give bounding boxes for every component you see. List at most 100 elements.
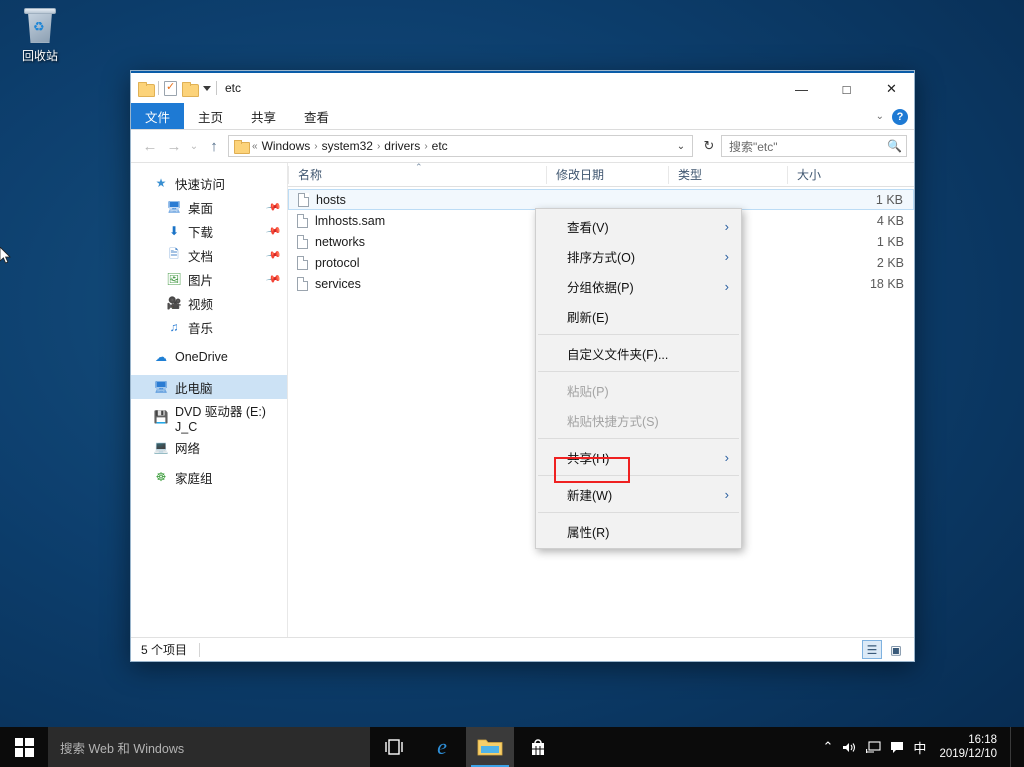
column-header-type[interactable]: 类型	[668, 166, 787, 184]
tab-share[interactable]: 共享	[237, 103, 290, 129]
context-menu-item-customize-folder[interactable]: 自定义文件夹(F)...	[536, 338, 741, 368]
taskbar-search-input[interactable]: 搜索 Web 和 Windows	[48, 727, 370, 767]
sidebar-item-quick-access[interactable]: ★ 快速访问	[131, 171, 287, 195]
breadcrumb-item-system32[interactable]: system32	[322, 139, 373, 153]
pin-icon[interactable]: 📌	[265, 247, 282, 263]
menu-separator	[538, 512, 739, 513]
show-hidden-icons-chevron[interactable]: ⌃	[823, 739, 834, 755]
ribbon-collapse-icon[interactable]: ⌄	[876, 111, 884, 122]
sidebar-item-documents[interactable]: 🗎 文档 📌	[131, 243, 287, 267]
edge-icon[interactable]: e	[418, 727, 466, 767]
menu-item-label: 新建(W)	[567, 485, 612, 504]
column-header-row: ⌃ 名称 修改日期 类型 大小	[288, 163, 914, 187]
show-desktop-button[interactable]	[1010, 727, 1016, 767]
sidebar-item-this-pc[interactable]: 🖥 此电脑	[131, 375, 287, 399]
file-size: 1 KB	[876, 193, 913, 207]
divider	[216, 81, 217, 95]
sidebar-item-downloads[interactable]: ⬇ 下载 📌	[131, 219, 287, 243]
table-row[interactable]: hosts 1 KB	[288, 189, 914, 210]
desktop-icon-recycle-bin[interactable]: ♻ 回收站	[8, 6, 72, 63]
sidebar-item-label: 快速访问	[175, 174, 225, 193]
window-close-button[interactable]: ✕	[869, 73, 914, 105]
file-name-cell: services	[288, 277, 361, 291]
chevron-right-icon: ›	[725, 487, 729, 502]
pin-icon[interactable]: 📌	[265, 223, 282, 239]
start-button[interactable]	[0, 727, 48, 767]
window-body: ★ 快速访问 🖥 桌面 📌 ⬇ 下载 📌 🗎 文档 📌 🖼 图片 �	[131, 162, 914, 637]
back-button[interactable]: ←	[138, 134, 162, 158]
context-menu-item-sort-by[interactable]: 排序方式(O) ›	[536, 241, 741, 271]
store-icon[interactable]	[514, 727, 562, 767]
pin-icon[interactable]: 📌	[265, 271, 282, 287]
context-menu-item-view[interactable]: 查看(V) ›	[536, 211, 741, 241]
mouse-cursor	[0, 247, 12, 265]
sidebar-item-network[interactable]: 💻 网络	[131, 435, 287, 459]
navigation-pane: ★ 快速访问 🖥 桌面 📌 ⬇ 下载 📌 🗎 文档 📌 🖼 图片 �	[131, 163, 288, 637]
file-name-cell: hosts	[289, 193, 346, 207]
sidebar-item-pictures[interactable]: 🖼 图片 📌	[131, 267, 287, 291]
taskbar-clock[interactable]: 16:18 2019/12/10	[935, 733, 997, 761]
chevron-down-icon[interactable]: ⌄	[670, 141, 692, 152]
context-menu-item-group-by[interactable]: 分组依据(P) ›	[536, 271, 741, 301]
network-icon: 💻	[153, 439, 169, 455]
column-header-size[interactable]: 大小	[787, 166, 890, 184]
search-input[interactable]: 搜索"etc" 🔍	[721, 135, 907, 157]
help-icon[interactable]: ?	[892, 109, 908, 125]
ime-indicator[interactable]: 中	[913, 738, 926, 757]
large-icons-view-icon[interactable]: ▣	[886, 640, 906, 659]
recent-locations-button[interactable]: ⌄	[186, 134, 202, 158]
file-name: services	[315, 277, 361, 291]
sidebar-item-homegroup[interactable]: ☸ 家庭组	[131, 465, 287, 489]
window-minimize-button[interactable]: —	[779, 73, 824, 105]
breadcrumb-prefix: «	[252, 141, 258, 152]
sidebar-item-videos[interactable]: 🎥 视频	[131, 291, 287, 315]
chevron-down-icon[interactable]	[203, 86, 211, 91]
ribbon-right-controls: ⌄ ?	[876, 103, 908, 130]
file-name: protocol	[315, 256, 359, 270]
new-folder-icon[interactable]	[182, 82, 197, 95]
title-bar[interactable]: etc — □ ✕	[131, 71, 914, 103]
breadcrumb[interactable]: « Windows › system32 › drivers › etc ⌄	[228, 135, 693, 157]
clock-date: 2019/12/10	[939, 747, 997, 761]
column-header-date-modified[interactable]: 修改日期	[546, 166, 668, 184]
tab-view[interactable]: 查看	[290, 103, 343, 129]
folder-icon[interactable]	[138, 82, 153, 95]
sidebar-item-label: 视频	[188, 294, 213, 313]
star-pin-icon: ★	[153, 175, 169, 191]
file-size: 2 KB	[877, 256, 914, 270]
details-view-icon[interactable]: ☰	[862, 640, 882, 659]
breadcrumb-item-windows[interactable]: Windows	[262, 139, 311, 153]
tab-home[interactable]: 主页	[184, 103, 237, 129]
music-icon: ♫	[166, 319, 182, 335]
forward-button[interactable]: →	[162, 134, 186, 158]
volume-icon[interactable]	[842, 741, 857, 754]
file-name-cell: lmhosts.sam	[288, 214, 385, 228]
breadcrumb-item-etc[interactable]: etc	[432, 139, 448, 153]
sidebar-item-label: 家庭组	[175, 468, 213, 487]
properties-icon[interactable]	[164, 81, 177, 96]
status-bar: 5 个项目 ☰ ▣	[131, 637, 914, 661]
sidebar-item-dvd-drive[interactable]: 💾 DVD 驱动器 (E:) J_C	[131, 405, 287, 429]
up-button[interactable]: ↑	[202, 134, 226, 158]
action-center-icon[interactable]	[890, 741, 904, 754]
quick-access-toolbar[interactable]	[131, 81, 217, 96]
sidebar-item-music[interactable]: ♫ 音乐	[131, 315, 287, 339]
context-menu-item-share[interactable]: 共享(H) ›	[536, 442, 741, 472]
context-menu-item-refresh[interactable]: 刷新(E)	[536, 301, 741, 331]
pin-icon[interactable]: 📌	[265, 199, 282, 215]
breadcrumb-item-drivers[interactable]: drivers	[384, 139, 420, 153]
refresh-button[interactable]: ↻	[697, 135, 721, 157]
sidebar-item-label: 图片	[188, 270, 213, 289]
sidebar-item-onedrive[interactable]: ☁ OneDrive	[131, 345, 287, 369]
network-icon[interactable]	[866, 741, 881, 754]
window-maximize-button[interactable]: □	[824, 73, 869, 105]
divider	[199, 643, 200, 657]
task-view-icon[interactable]	[370, 727, 418, 767]
search-icon[interactable]: 🔍	[887, 139, 902, 153]
sidebar-item-desktop[interactable]: 🖥 桌面 📌	[131, 195, 287, 219]
file-name: networks	[315, 235, 365, 249]
tab-file[interactable]: 文件	[131, 103, 184, 129]
file-explorer-icon[interactable]	[466, 727, 514, 767]
context-menu-item-new[interactable]: 新建(W) ›	[536, 479, 741, 509]
context-menu-item-properties[interactable]: 属性(R)	[536, 516, 741, 546]
